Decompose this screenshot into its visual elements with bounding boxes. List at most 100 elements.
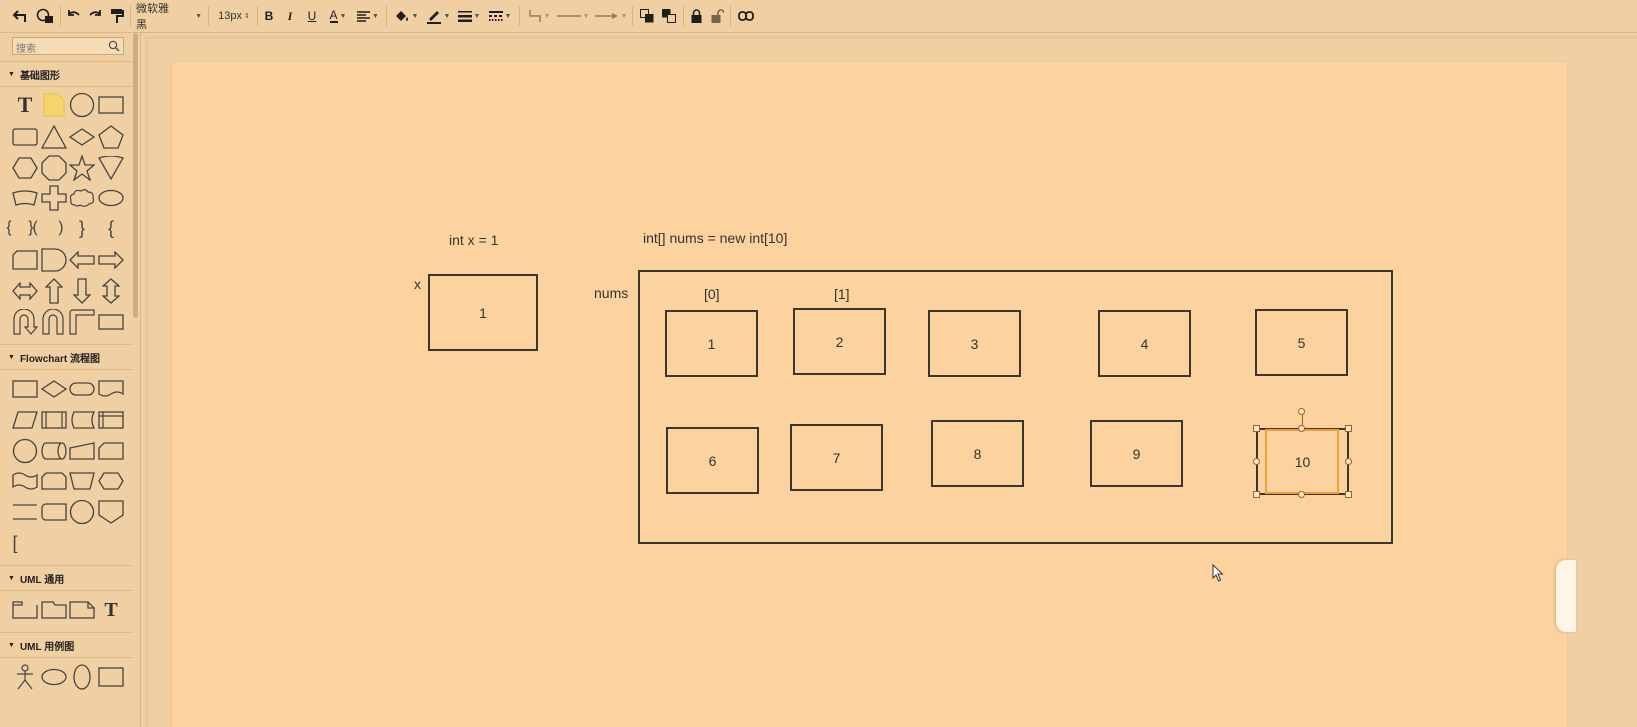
u-turn-arrow-shape[interactable] xyxy=(11,308,39,336)
on-page-connector-shape[interactable] xyxy=(68,498,96,526)
index-label-0[interactable]: [0] xyxy=(704,286,720,302)
diamond-shape[interactable] xyxy=(68,123,96,151)
resize-handle-ne[interactable] xyxy=(1345,425,1352,432)
uml-note-shape[interactable] xyxy=(68,596,96,624)
terminator-shape[interactable] xyxy=(68,375,96,403)
star-shape[interactable] xyxy=(68,154,96,182)
corner-shape[interactable] xyxy=(68,308,96,336)
resize-handle-s[interactable] xyxy=(1298,491,1305,498)
line-start-icon[interactable]: ▼ xyxy=(556,5,590,27)
pentagon-shape[interactable] xyxy=(97,123,125,151)
resize-handle-se[interactable] xyxy=(1345,491,1352,498)
variable-name-label[interactable]: x xyxy=(414,276,421,292)
array-cell-6[interactable]: 7 xyxy=(790,424,883,491)
triangle-shape[interactable] xyxy=(40,123,68,151)
style-picker-icon[interactable] xyxy=(34,5,56,27)
predefined-process-shape[interactable] xyxy=(40,406,68,434)
double-arrow-shape[interactable] xyxy=(11,277,39,305)
off-page-connector-shape[interactable] xyxy=(97,498,125,526)
resize-handle-w[interactable] xyxy=(1253,458,1260,465)
bring-to-front-icon[interactable] xyxy=(638,5,656,27)
align-icon[interactable]: ▼ xyxy=(355,5,381,27)
font-size-select[interactable]: 13px ⇕ xyxy=(214,5,254,27)
decision-shape[interactable] xyxy=(40,375,68,403)
circle-shape[interactable] xyxy=(68,91,96,119)
hexagon-shape[interactable] xyxy=(11,154,39,182)
font-color-icon[interactable]: A ▼ xyxy=(325,5,351,27)
array-cell-7[interactable]: 8 xyxy=(931,420,1024,487)
array-cell-8[interactable]: 9 xyxy=(1090,420,1183,487)
format-painter-icon[interactable] xyxy=(108,5,126,27)
sidebar-scrollbar[interactable] xyxy=(133,33,138,318)
font-family-select[interactable]: 微软雅黑 ▼ xyxy=(136,3,202,31)
redo-icon[interactable] xyxy=(86,5,104,27)
rectangle-small-shape[interactable] xyxy=(97,308,125,336)
resize-handle-nw[interactable] xyxy=(1253,425,1260,432)
search-icon[interactable] xyxy=(108,39,120,57)
resize-handle-e[interactable] xyxy=(1345,458,1352,465)
underline-icon[interactable]: U xyxy=(305,5,319,27)
text-shape[interactable]: T xyxy=(11,91,39,119)
vertical-double-arrow-shape[interactable] xyxy=(97,277,125,305)
right-brace-shape[interactable]: } xyxy=(68,214,96,242)
shape-search-input[interactable]: 搜索 xyxy=(12,37,124,55)
category-uml-use-case[interactable]: ▼ UML 用例图 xyxy=(0,632,133,658)
link-icon[interactable] xyxy=(736,5,756,27)
variable-declaration-label[interactable]: int x = 1 xyxy=(449,232,498,248)
ellipse-shape[interactable] xyxy=(97,184,125,212)
line-width-icon[interactable]: ▼ xyxy=(456,5,482,27)
array-cell-4[interactable]: 5 xyxy=(1255,309,1348,376)
delay-shape[interactable] xyxy=(40,246,68,274)
note-shape[interactable] xyxy=(40,91,68,119)
connector-circle-shape[interactable] xyxy=(11,437,39,465)
direct-data-shape[interactable] xyxy=(40,437,68,465)
category-basic-shapes[interactable]: ▼ 基础图形 xyxy=(0,61,133,87)
uml-folder-shape[interactable] xyxy=(40,596,68,624)
undo-icon[interactable] xyxy=(64,5,82,27)
array-cell-3[interactable]: 4 xyxy=(1098,310,1191,377)
bracket-pair-shape[interactable]: ( ) xyxy=(32,214,72,242)
actor-shape[interactable] xyxy=(11,663,39,691)
index-label-1[interactable]: [1] xyxy=(834,286,850,302)
curved-banner-shape[interactable] xyxy=(11,184,39,212)
punched-tape-shape[interactable] xyxy=(11,467,39,495)
lock-icon[interactable] xyxy=(688,5,704,27)
document-shape[interactable] xyxy=(97,375,125,403)
send-to-back-icon[interactable] xyxy=(660,5,678,27)
fill-color-icon[interactable]: ▼ xyxy=(393,5,419,27)
rounded-rectangle-shape[interactable] xyxy=(11,123,39,151)
preparation-shape[interactable] xyxy=(97,467,125,495)
data-shape[interactable] xyxy=(11,406,39,434)
use-case-ellipse-shape[interactable] xyxy=(40,663,68,691)
uml-package-shape[interactable] xyxy=(11,596,39,624)
stored-data-shape[interactable] xyxy=(68,406,96,434)
right-arrow-shape[interactable] xyxy=(97,246,125,274)
array-cell-2[interactable]: 3 xyxy=(928,310,1021,377)
array-cell-1[interactable]: 2 xyxy=(793,308,886,375)
array-cell-0[interactable]: 1 xyxy=(665,310,758,377)
u-turn-shape[interactable] xyxy=(40,308,68,336)
connector-type-icon[interactable]: ▼ xyxy=(526,5,552,27)
up-arrow-shape[interactable] xyxy=(40,277,68,305)
process-shape[interactable] xyxy=(11,375,39,403)
card-shape[interactable] xyxy=(11,246,39,274)
rotate-handle[interactable] xyxy=(1298,408,1305,415)
manual-operation-shape[interactable] xyxy=(68,467,96,495)
back-icon[interactable] xyxy=(10,5,30,27)
line-color-icon[interactable]: ▼ xyxy=(424,5,452,27)
funnel-shape[interactable] xyxy=(97,154,125,182)
uml-text-shape[interactable]: T xyxy=(97,596,125,624)
annotation-shape[interactable] xyxy=(11,498,39,526)
down-arrow-shape[interactable] xyxy=(68,277,96,305)
array-declaration-label[interactable]: int[] nums = new int[10] xyxy=(643,230,787,246)
array-name-label[interactable]: nums xyxy=(594,285,628,301)
italic-icon[interactable]: I xyxy=(283,5,297,27)
system-boundary-shape[interactable] xyxy=(97,663,125,691)
rectangle-shape[interactable] xyxy=(97,91,125,119)
unlock-icon[interactable] xyxy=(709,5,725,27)
category-uml-general[interactable]: ▼ UML 通用 xyxy=(0,565,133,591)
left-arrow-shape[interactable] xyxy=(68,246,96,274)
line-end-icon[interactable]: ▼ xyxy=(594,5,628,27)
bold-icon[interactable]: B xyxy=(262,5,276,27)
array-cell-9-selected[interactable]: 10 xyxy=(1256,428,1349,495)
